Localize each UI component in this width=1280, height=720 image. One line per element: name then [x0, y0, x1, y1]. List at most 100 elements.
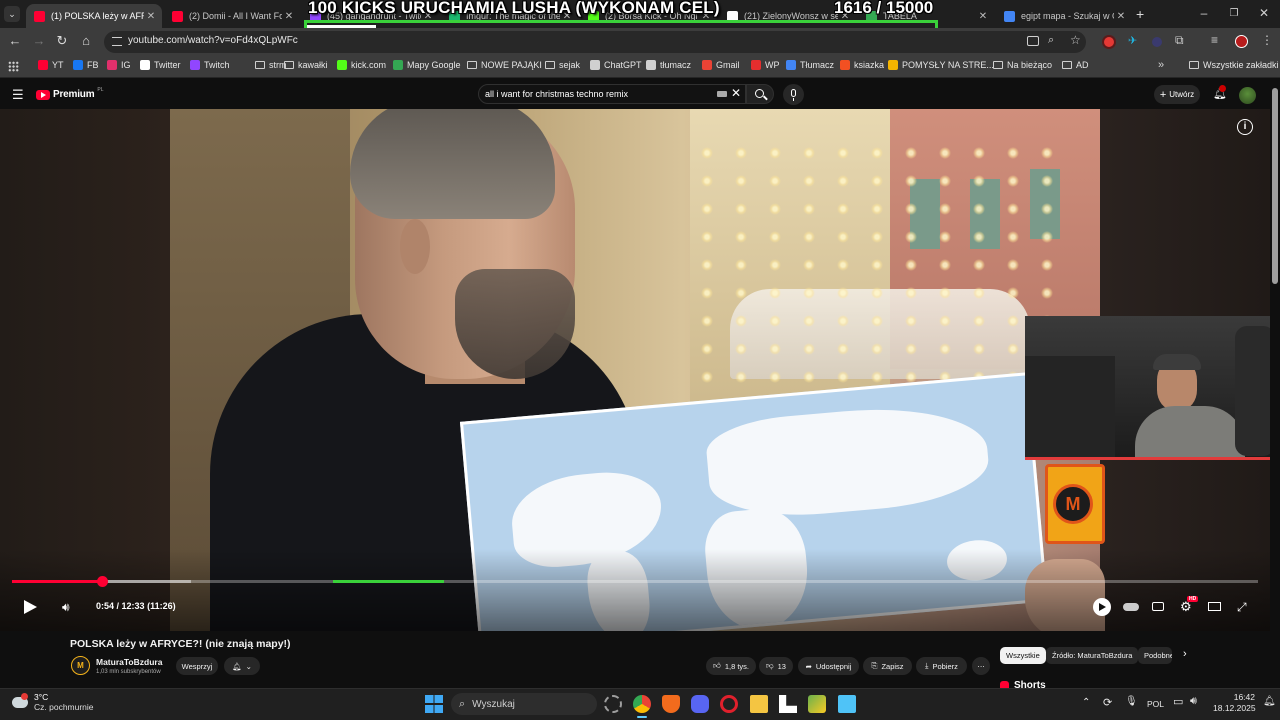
taskbar-search[interactable]: ⌕ Wyszukaj	[451, 693, 597, 715]
bookmark-item[interactable]: FB	[73, 60, 99, 70]
browser-tab[interactable]: (1) POLSKA leży w AFRYCE✕	[26, 4, 162, 28]
tab-close-icon[interactable]: ✕	[976, 11, 990, 22]
account-avatar[interactable]	[1239, 87, 1256, 104]
voice-search-button[interactable]	[783, 84, 804, 105]
notification-center-icon[interactable]: 🔔︎	[1263, 696, 1276, 707]
info-icon[interactable]: i	[1237, 119, 1253, 135]
weather-widget[interactable]: 3°C Cz. pochmurnie	[12, 692, 94, 712]
language-indicator[interactable]: POL	[1147, 699, 1164, 709]
bookmark-item[interactable]: YT	[38, 60, 64, 70]
keyboard-icon[interactable]	[717, 91, 727, 97]
extension-icon[interactable]: ✈	[1128, 34, 1137, 47]
install-app-icon[interactable]	[1027, 36, 1039, 46]
bookmark-star-icon[interactable]: ☆	[1070, 33, 1081, 47]
windows-start-icon[interactable]	[425, 695, 443, 713]
chip-all[interactable]: Wszystkie	[1000, 647, 1046, 664]
home-icon[interactable]: ⌂	[77, 33, 95, 48]
tab-close-icon[interactable]: ✕	[282, 11, 296, 22]
download-button[interactable]: ⤓ Pobierz	[916, 657, 967, 675]
bookmark-item[interactable]: sejak	[545, 60, 580, 70]
miniplayer-toggle-icon[interactable]	[1123, 603, 1139, 611]
chip-source[interactable]: Źródło: MaturaToBzdura	[1046, 647, 1139, 664]
restore-button[interactable]: ❐	[1224, 8, 1244, 19]
subscription-bell-button[interactable]: 🔔︎ ⌄	[224, 657, 260, 675]
apps-grid-icon[interactable]	[8, 61, 19, 72]
network-icon[interactable]: ▭	[1173, 695, 1183, 708]
save-button[interactable]: ⎘ Zapisz	[863, 657, 912, 675]
bookmark-item[interactable]: IG	[107, 60, 131, 70]
bookmark-item[interactable]: ChatGPT	[590, 60, 642, 70]
bookmark-item[interactable]: Mapy Google	[393, 60, 461, 70]
create-button[interactable]: + Utwórz	[1154, 85, 1200, 104]
tab-close-icon[interactable]: ✕	[144, 11, 158, 22]
bookmark-item[interactable]: Twitter	[140, 60, 181, 70]
back-icon[interactable]: ←	[6, 33, 24, 48]
channel-name[interactable]: MaturaToBzdura	[96, 657, 162, 667]
bookmark-item[interactable]: WP	[751, 60, 780, 70]
volume-tray-icon[interactable]: 🔊︎	[1190, 695, 1197, 708]
close-window-button[interactable]: ✕	[1254, 6, 1274, 20]
bookmark-item[interactable]: AD	[1062, 60, 1089, 70]
browser-tab[interactable]: (2) Domii - All I Want For ✕	[164, 4, 300, 28]
bookmarks-overflow-icon[interactable]: »	[1158, 59, 1164, 71]
app-icon[interactable]	[808, 695, 826, 713]
forward-icon[interactable]: →	[30, 33, 48, 48]
extension-icon[interactable]	[1152, 37, 1162, 47]
chips-next-icon[interactable]: ›	[1183, 648, 1187, 660]
more-actions-button[interactable]: ⋯	[972, 657, 990, 675]
bookmark-item[interactable]: Gmail	[702, 60, 740, 70]
fullscreen-icon[interactable]: ⤢	[1237, 600, 1247, 615]
extensions-puzzle-icon[interactable]: ⧉	[1175, 33, 1184, 48]
search-button[interactable]	[746, 84, 774, 104]
page-scrollbar[interactable]	[1272, 88, 1278, 284]
dislike-button[interactable]: 👎︎ 13	[759, 657, 793, 675]
support-button[interactable]: Wesprzyj	[176, 657, 218, 675]
bookmark-item[interactable]: kawałki	[284, 60, 328, 70]
chrome-icon[interactable]	[633, 695, 651, 713]
tray-overflow-icon[interactable]: ⌃	[1082, 697, 1090, 708]
subtitles-icon[interactable]	[1152, 602, 1164, 611]
sync-icon[interactable]: ⟳	[1103, 696, 1112, 709]
bookmark-item[interactable]: POMYSŁY NA STRE...	[888, 60, 994, 70]
channel-avatar[interactable]: M	[71, 656, 90, 675]
play-button[interactable]	[24, 600, 37, 614]
site-info-icon[interactable]	[112, 37, 122, 46]
opera-icon[interactable]	[720, 695, 738, 713]
copilot-icon[interactable]	[604, 695, 622, 713]
like-button[interactable]: 👍︎ 1,8 tys.	[706, 657, 756, 675]
bookmark-item[interactable]: ksiazka	[840, 60, 884, 70]
clear-search-icon[interactable]: ✕	[731, 86, 741, 100]
url-text[interactable]: youtube.com/watch?v=oFd4xQLpWFc	[128, 35, 298, 46]
discord-icon[interactable]	[691, 695, 709, 713]
bookmark-item[interactable]: Twitch	[190, 60, 230, 70]
tab-close-icon[interactable]: ✕	[1114, 11, 1128, 22]
volume-icon[interactable]: 🔊︎	[62, 600, 70, 615]
bookmark-item[interactable]: NOWE PAJĄKI	[467, 60, 542, 70]
clock[interactable]: 16:42 18.12.2025	[1213, 692, 1256, 714]
tab-search-button[interactable]: ⌄	[4, 6, 20, 22]
reload-icon[interactable]: ↻	[53, 33, 71, 49]
notepad-icon[interactable]	[838, 695, 856, 713]
bookmark-item[interactable]: Na bieżąco	[993, 60, 1052, 70]
browser-menu-icon[interactable]: ⋮	[1261, 33, 1273, 47]
guide-menu-icon[interactable]: ☰	[12, 87, 24, 103]
file-explorer-icon[interactable]	[750, 695, 768, 713]
theater-mode-icon[interactable]	[1208, 602, 1221, 611]
minimize-button[interactable]: –	[1194, 6, 1214, 20]
chip-related[interactable]: Podobne	[1138, 647, 1172, 664]
zoom-icon[interactable]: ⌕	[1048, 34, 1054, 47]
media-control-icon[interactable]: ≡	[1211, 33, 1218, 47]
youtube-logo[interactable]: Premium PL	[36, 87, 104, 100]
new-tab-button[interactable]: +	[1136, 6, 1144, 22]
bookmark-item[interactable]: strm	[255, 60, 287, 70]
bookmark-item[interactable]: tłumacz	[646, 60, 691, 70]
all-bookmarks[interactable]: Wszystkie zakładki	[1189, 60, 1279, 70]
search-query-text[interactable]: all i want for christmas techno remix	[485, 89, 628, 99]
microphone-tray-icon[interactable]: 🎙︎	[1125, 696, 1138, 707]
progress-scrubber[interactable]	[97, 576, 108, 587]
record-extension-icon[interactable]	[1104, 37, 1114, 47]
progress-bar[interactable]	[12, 580, 1258, 583]
browser-tab[interactable]: egipt mapa - Szukaj w Go ✕	[996, 4, 1132, 28]
bookmark-item[interactable]: Tłumacz	[786, 60, 834, 70]
profile-avatar[interactable]	[1235, 35, 1248, 48]
